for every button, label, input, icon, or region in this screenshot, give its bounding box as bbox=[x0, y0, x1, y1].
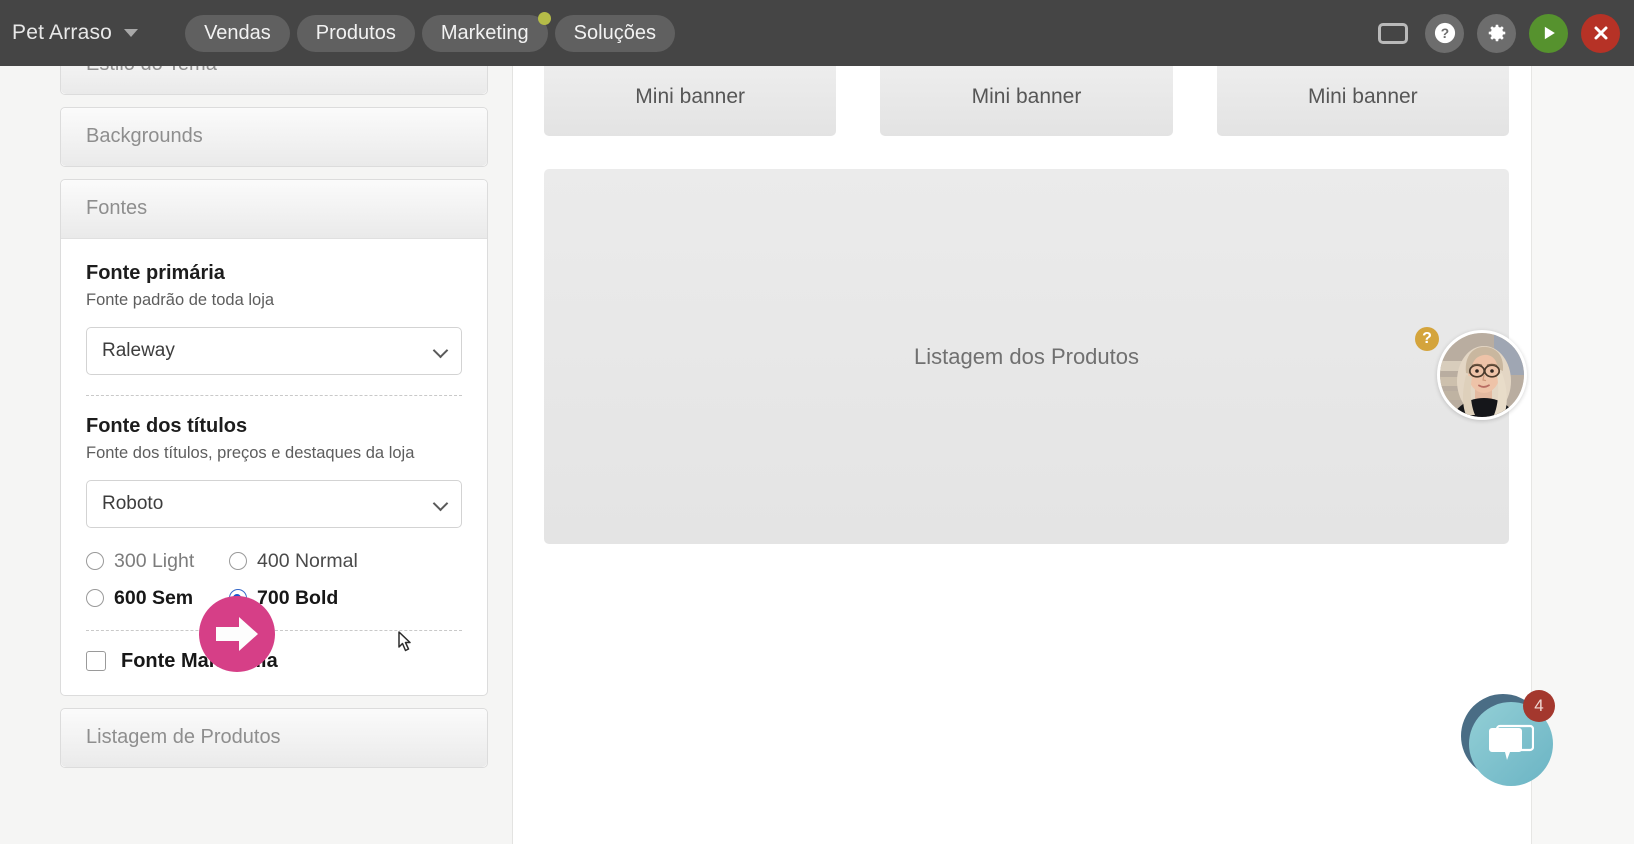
mini-banner-2[interactable]: Mini banner bbox=[880, 66, 1173, 136]
top-bar: Pet Arraso Vendas Produtos Marketing Sol… bbox=[0, 0, 1634, 66]
primary-font-select-wrap: Raleway bbox=[86, 326, 462, 375]
primary-font-select[interactable]: Raleway bbox=[86, 326, 462, 375]
question-circle-icon: ? bbox=[1434, 22, 1455, 44]
mini-banner-1[interactable]: Mini banner bbox=[544, 66, 837, 136]
mini-banner-3[interactable]: Mini banner bbox=[1216, 66, 1509, 136]
radio-icon bbox=[229, 552, 247, 571]
field-description: Fonte dos títulos, preços e destaques da… bbox=[86, 443, 415, 462]
panel-header-label[interactable]: Backgrounds bbox=[61, 108, 487, 166]
titles-font-select-wrap: Roboto bbox=[86, 479, 462, 528]
nav-tab-label: Vendas bbox=[204, 21, 271, 44]
mini-banner-label: Mini banner bbox=[971, 84, 1082, 108]
nav-tab-vendas[interactable]: Vendas bbox=[185, 14, 290, 52]
radio-label: 300 Light bbox=[114, 549, 195, 572]
radio-option-600-semibold[interactable]: 600 Sem bbox=[86, 587, 229, 610]
screen-icon bbox=[1377, 22, 1408, 44]
radio-icon bbox=[229, 589, 247, 608]
radio-label: 600 Sem bbox=[114, 586, 194, 609]
nav-tab-marketing[interactable]: Marketing bbox=[421, 11, 551, 52]
nav-tab-label: Marketing bbox=[440, 21, 529, 44]
mini-banner-label: Mini banner bbox=[635, 84, 746, 108]
radio-option-400-normal[interactable]: 400 Normal bbox=[229, 550, 462, 573]
play-icon bbox=[1544, 26, 1555, 40]
nav-tabs: Vendas Produtos Marketing Soluções bbox=[185, 11, 675, 52]
divider bbox=[86, 629, 462, 631]
field-fonte-primaria: Fonte primária Fonte padrão de toda loja… bbox=[86, 262, 462, 375]
radio-icon bbox=[86, 589, 104, 608]
field-fonte-dos-titulos: Fonte dos títulos Fonte dos títulos, pre… bbox=[86, 415, 462, 610]
brand-name: Pet Arraso bbox=[12, 21, 113, 44]
support-agent-avatar[interactable] bbox=[1437, 330, 1527, 420]
titles-font-select[interactable]: Roboto bbox=[86, 479, 462, 528]
radio-label: 400 Normal bbox=[257, 549, 358, 572]
chat-widget[interactable]: 4 bbox=[1461, 690, 1555, 786]
panel-header-label[interactable]: Listagem de Produtos bbox=[61, 708, 487, 767]
fontes-panel-body: Fonte primária Fonte padrão de toda loja… bbox=[61, 239, 487, 695]
preview-canvas: Mini banner Mini banner Mini banner List… bbox=[522, 66, 1531, 844]
chevron-down-icon bbox=[124, 29, 139, 37]
panel-header-label[interactable]: Estilo do Tema bbox=[61, 66, 487, 94]
field-description: Fonte padrão de toda loja bbox=[86, 291, 275, 309]
screen-preview-button[interactable] bbox=[1373, 14, 1412, 53]
product-listing-label: Listagem dos Produtos bbox=[913, 343, 1140, 369]
field-title: Fonte primária bbox=[86, 262, 225, 284]
chat-bubble-icon bbox=[1489, 724, 1534, 760]
product-listing-block[interactable]: Listagem dos Produtos bbox=[544, 169, 1509, 544]
mini-banner-label: Mini banner bbox=[1307, 84, 1418, 108]
divider bbox=[86, 394, 462, 396]
gear-icon bbox=[1488, 24, 1505, 42]
checkbox-icon bbox=[86, 651, 106, 672]
settings-button[interactable] bbox=[1477, 13, 1516, 53]
avatar-photo bbox=[1440, 333, 1524, 417]
checkbox-fonte-maiuscula[interactable]: Fonte Maiuscula bbox=[86, 650, 462, 673]
svg-text:?: ? bbox=[1440, 26, 1448, 41]
mini-banner-row: Mini banner Mini banner Mini banner bbox=[522, 66, 1531, 136]
close-icon bbox=[1594, 26, 1607, 40]
radio-label: 700 Bold bbox=[257, 586, 339, 609]
sidebar-panel-fontes[interactable]: Fontes Fonte primária Fonte padrão de to… bbox=[60, 179, 488, 696]
chat-unread-badge: 4 bbox=[1523, 690, 1555, 722]
font-weight-radio-group: 300 Light 400 Normal 600 Sem 700 Bold bbox=[86, 550, 462, 610]
nav-tab-produtos[interactable]: Produtos bbox=[296, 14, 415, 52]
help-button[interactable]: ? bbox=[1425, 13, 1464, 53]
topbar-actions: ? bbox=[1373, 13, 1620, 53]
radio-icon bbox=[86, 552, 104, 571]
notification-dot-icon bbox=[537, 11, 551, 25]
help-badge[interactable]: ? bbox=[1415, 327, 1439, 351]
nav-tab-label: Soluções bbox=[573, 21, 656, 44]
nav-tab-solucoes[interactable]: Soluções bbox=[554, 14, 675, 52]
theme-editor-sidebar[interactable]: Estilo do Tema Backgrounds Fontes Fonte … bbox=[0, 66, 513, 844]
brand-switcher[interactable]: Pet Arraso bbox=[12, 21, 139, 45]
sidebar-panel-estilo-do-tema[interactable]: Estilo do Tema bbox=[60, 66, 488, 95]
checkbox-label: Fonte Maiuscula bbox=[121, 649, 278, 672]
radio-option-700-bold[interactable]: 700 Bold bbox=[229, 587, 462, 610]
nav-tab-label: Produtos bbox=[315, 21, 396, 44]
publish-button[interactable] bbox=[1529, 13, 1568, 53]
sidebar-panel-listagem-de-produtos[interactable]: Listagem de Produtos bbox=[60, 707, 488, 768]
close-button[interactable] bbox=[1581, 13, 1620, 53]
panel-header-label[interactable]: Fontes bbox=[61, 180, 487, 239]
field-title: Fonte dos títulos bbox=[86, 414, 248, 437]
radio-option-300-light[interactable]: 300 Light bbox=[86, 550, 229, 573]
sidebar-panel-backgrounds[interactable]: Backgrounds bbox=[60, 107, 488, 167]
